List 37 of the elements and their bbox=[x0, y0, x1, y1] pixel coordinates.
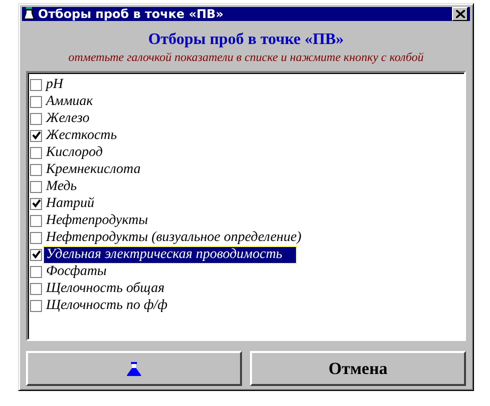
checkbox[interactable] bbox=[30, 198, 42, 210]
list-item[interactable]: Медь bbox=[44, 178, 79, 194]
checkbox[interactable] bbox=[30, 146, 42, 158]
list-item[interactable]: Щелочность общая bbox=[44, 280, 166, 296]
checkbox[interactable] bbox=[30, 112, 42, 124]
checkbox[interactable] bbox=[30, 96, 42, 108]
list-item[interactable]: Натрий bbox=[44, 196, 96, 212]
window-title: Отборы проб в точке «ПВ» bbox=[38, 7, 224, 21]
list-item[interactable]: Удельная электрическая проводимость bbox=[44, 246, 296, 262]
checkbox[interactable] bbox=[30, 180, 42, 192]
list-item[interactable]: Фосфаты bbox=[44, 264, 109, 280]
list-item[interactable]: Аммиак bbox=[44, 94, 95, 110]
list-item[interactable]: Кислород bbox=[44, 144, 105, 160]
list-item[interactable]: Щелочность по ф/ф bbox=[44, 298, 170, 314]
checkbox[interactable] bbox=[30, 214, 42, 226]
list-item[interactable]: Жесткость bbox=[44, 128, 119, 144]
list-item[interactable]: Нефтепродукты (визуальное определение) bbox=[44, 230, 304, 246]
dialog-heading: Отборы проб в точке «ПВ» bbox=[147, 31, 345, 49]
close-icon bbox=[456, 10, 464, 18]
close-button[interactable] bbox=[452, 7, 468, 21]
checkbox[interactable] bbox=[30, 164, 42, 176]
cancel-button[interactable]: Отмена bbox=[250, 351, 466, 386]
checkbox[interactable] bbox=[30, 78, 42, 90]
list-item[interactable]: Железо bbox=[44, 110, 92, 126]
list-item[interactable]: Нефтепродукты bbox=[44, 212, 150, 228]
checkbox[interactable] bbox=[30, 300, 42, 312]
list-item[interactable]: Кремнекислота bbox=[44, 162, 143, 178]
flask-button[interactable] bbox=[26, 351, 242, 386]
flask-icon bbox=[126, 362, 142, 376]
checkbox[interactable] bbox=[30, 282, 42, 294]
checkbox[interactable] bbox=[30, 232, 42, 244]
instruction-text: отметьте галочкой показатели в списке и нажмите кнопку с колбой bbox=[67, 50, 425, 65]
checkbox[interactable] bbox=[30, 248, 42, 260]
checkbox[interactable] bbox=[30, 266, 42, 278]
app-icon bbox=[24, 7, 34, 21]
list-item[interactable]: pH bbox=[44, 76, 66, 92]
checkbox[interactable] bbox=[30, 130, 42, 142]
